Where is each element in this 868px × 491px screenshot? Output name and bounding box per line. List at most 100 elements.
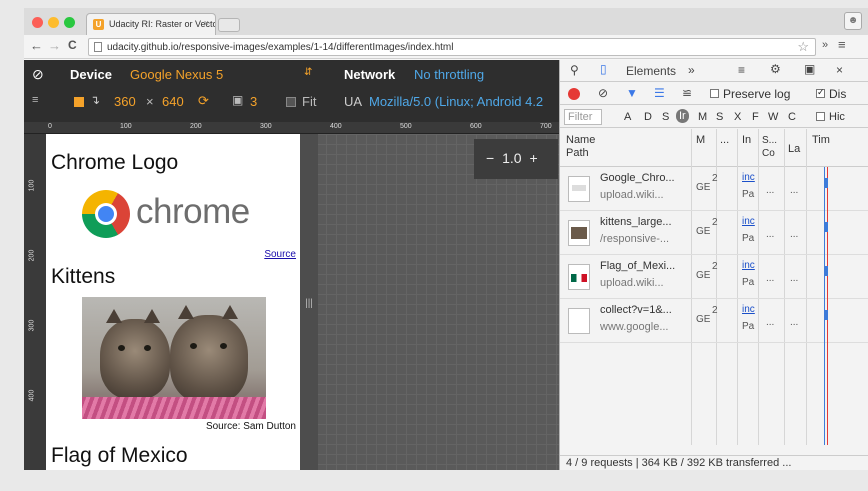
network-throttling-select[interactable]: No throttling [414,67,484,82]
request-initiator[interactable]: inc [742,260,758,271]
request-initiator[interactable]: inc [742,304,758,315]
hide-data-urls-checkbox[interactable] [816,112,825,121]
menu-icon[interactable]: ≡ [838,37,846,52]
kittens-image [82,297,266,419]
close-window-button[interactable] [32,17,43,28]
devtools-tabbar: ⚲ ▯ Elements » ≡ ⚙ ▣ × [560,60,868,82]
tab-close-icon[interactable]: × [204,18,209,28]
console-drawer-icon[interactable]: ≡ [738,63,745,77]
ruler-tick: 100 [28,179,36,192]
filter-type-style[interactable]: S [716,111,723,123]
filter-bar: Filter A D S Ir M S X F W C Hic [560,106,868,128]
col-size[interactable]: S... Co [762,134,777,160]
disable-cache-label: Dis [829,87,847,101]
rotate-icon[interactable]: ⟳ [198,93,209,109]
ruler-tick: 400 [28,389,36,402]
network-summary: 4 / 9 requests | 364 KB / 392 KB transfe… [560,455,868,470]
filter-type-media[interactable]: M [698,111,707,123]
hide-data-urls-label: Hic [829,111,845,123]
request-initiator-sub: Pa [742,233,755,244]
more-tabs-icon[interactable]: » [688,63,695,77]
zoom-out-button[interactable]: − [486,150,494,166]
table-row[interactable]: kittens_large... /responsive-... GE 2 in… [560,211,868,255]
ruler-tick: 500 [400,123,412,130]
request-time: ... [790,317,799,328]
browser-tab[interactable]: U Udacity RI: Raster or Vecto × [86,13,216,35]
request-path: www.google... [600,321,669,333]
table-row[interactable]: Google_Chro... upload.wiki... GE 2 inc P… [560,167,868,211]
device-select[interactable]: Google Nexus 5 [130,67,223,82]
filter-type-ws[interactable]: W [768,111,778,123]
filter-type-other[interactable]: C [788,111,796,123]
ruler-tick: 200 [190,123,202,130]
height-input[interactable]: 640 [162,94,184,109]
gear-icon[interactable]: ⚙ [770,62,781,76]
clear-icon[interactable]: ⊘ [598,86,608,100]
bookmark-star-icon[interactable]: ☆ [797,39,809,55]
close-devtools-icon[interactable]: × [836,63,843,77]
inspect-icon[interactable]: ⚲ [570,63,579,77]
url-text: udacity.github.io/responsive-images/exam… [107,42,454,53]
col-status[interactable]: ... [720,134,729,147]
table-row[interactable]: Flag_of_Mexi... upload.wiki... GE 2 inc … [560,255,868,299]
dpr-input[interactable]: 3 [250,94,257,109]
tab-elements[interactable]: Elements [626,64,676,78]
network-table-header: Name Path M ... In S... Co La Tim [560,129,868,167]
media-query-icon[interactable]: ≡ [32,94,38,106]
filter-type-font[interactable]: F [752,111,759,123]
user-agent-input[interactable]: Mozilla/5.0 (Linux; Android 4.2 [369,94,543,109]
request-status: 2 [712,217,718,228]
source-link[interactable]: Source [264,249,296,260]
minimize-window-button[interactable] [48,17,59,28]
device-mode-icon[interactable]: ▯ [600,62,607,76]
zoom-in-button[interactable]: + [529,150,537,166]
maximize-window-button[interactable] [64,17,75,28]
reload-button[interactable]: C [68,38,77,52]
browser-toolbar: ← → C udacity.github.io/responsive-image… [24,35,868,59]
forward-button[interactable]: → [48,38,61,53]
chrome-logo-heading: Chrome Logo [51,151,179,174]
waterfall-bar [825,310,828,320]
filter-type-all[interactable]: A [624,111,631,123]
kitten-thumbnail-icon [568,220,590,246]
preserve-log-checkbox[interactable] [710,89,719,98]
address-bar[interactable]: udacity.github.io/responsive-images/exam… [88,38,816,56]
filter-type-xhr[interactable]: X [734,111,741,123]
waterfall-bar [825,266,828,276]
profile-icon[interactable]: ☻ [844,12,862,30]
overview-icon[interactable]: ≌ [682,86,692,100]
request-path: upload.wiki... [600,277,664,289]
device-mode-toggle-icon[interactable]: ⊘ [32,66,44,83]
disable-cache-checkbox[interactable] [816,87,825,98]
request-initiator[interactable]: inc [742,172,758,183]
filter-icon[interactable]: ▼ [626,86,638,100]
col-latency[interactable]: La [788,143,800,156]
filter-input[interactable]: Filter [564,109,602,125]
fit-checkbox[interactable] [286,97,296,107]
device-select-arrow-icon[interactable]: ⇵ [304,67,312,78]
devtools-panel: ⚲ ▯ Elements » ≡ ⚙ ▣ × ⊘ ▼ ☰ ≌ Preserve … [559,60,868,470]
width-input[interactable]: 360 [114,94,136,109]
table-row[interactable]: collect?v=1&... www.google... GE 2 inc P… [560,299,868,343]
col-method[interactable]: M [696,134,705,147]
col-initiator[interactable]: In [742,134,751,147]
filter-type-img[interactable]: Ir [676,109,689,123]
record-icon[interactable] [568,88,580,100]
back-button[interactable]: ← [30,38,43,53]
swap-dimensions-icon[interactable]: ↴ [90,93,100,107]
extensions-overflow-icon[interactable]: » [822,39,828,51]
request-status: 2 [712,261,718,272]
list-view-icon[interactable]: ☰ [654,86,665,100]
new-tab-button[interactable] [218,18,240,32]
ua-label: UA [344,94,363,109]
emulate-resolution-checkbox[interactable] [74,97,84,107]
viewport-resize-handle[interactable]: ||| [300,134,318,470]
request-initiator[interactable]: inc [742,216,758,227]
col-timeline[interactable]: Tim [812,134,830,147]
ruler-tick: 700 [540,123,552,130]
col-name[interactable]: Name Path [566,134,595,160]
dock-side-icon[interactable]: ▣ [804,62,815,76]
filter-type-script[interactable]: S [662,111,669,123]
filter-type-doc[interactable]: D [644,111,652,123]
network-toolbar: ⊘ ▼ ☰ ≌ Preserve log Dis [560,83,868,105]
